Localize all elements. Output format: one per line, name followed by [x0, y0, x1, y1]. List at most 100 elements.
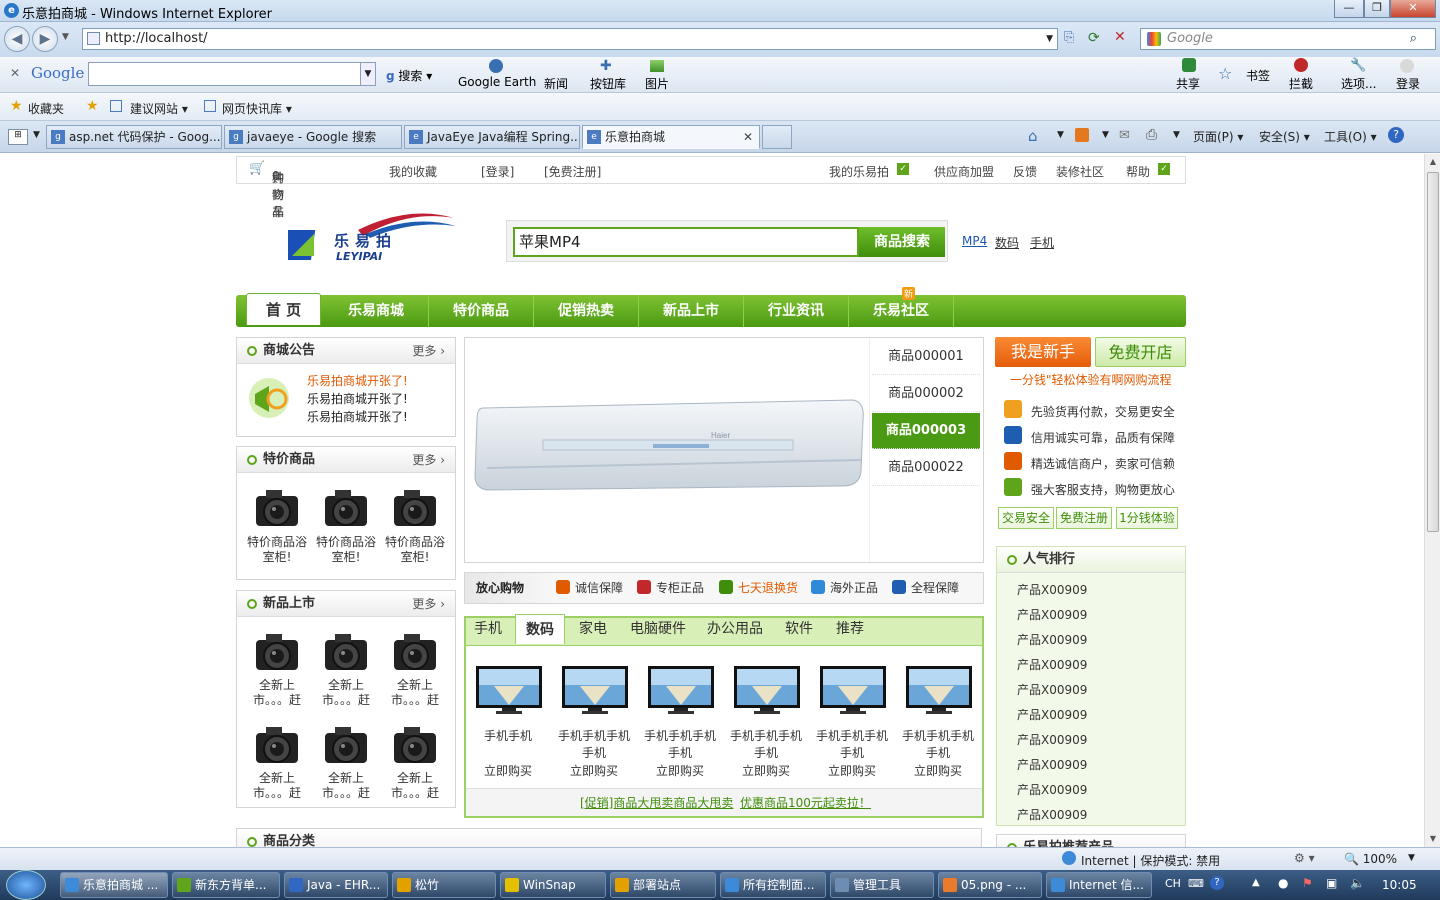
- buy-now-link[interactable]: 立即购买: [640, 762, 720, 779]
- guarantee-item[interactable]: 专柜正品: [637, 579, 704, 596]
- share-button[interactable]: 共享: [1176, 75, 1200, 92]
- hot-keyword-mp4[interactable]: MP4: [962, 234, 987, 248]
- forward-button[interactable]: ▶: [32, 26, 58, 52]
- home-icon[interactable]: ⌂: [1028, 127, 1038, 145]
- page-menu[interactable]: 页面(P) ▾: [1193, 128, 1243, 145]
- keyboard-icon[interactable]: ⌨: [1188, 877, 1204, 890]
- history-dropdown-icon[interactable]: ▼: [62, 32, 69, 42]
- guarantee-item[interactable]: 全程保障: [892, 579, 959, 596]
- nav-promo[interactable]: 促销热卖: [534, 295, 639, 327]
- nav-mall[interactable]: 乐易商城: [324, 295, 429, 327]
- newbie-link[interactable]: 交易安全: [998, 507, 1054, 529]
- taskbar-item[interactable]: 部署站点: [610, 872, 716, 898]
- notice-item[interactable]: 乐易拍商城开张了!: [307, 390, 408, 408]
- tray-expand-icon[interactable]: ▲: [1252, 877, 1260, 888]
- zoom-level[interactable]: 🔍 100%: [1344, 852, 1397, 866]
- tab-3[interactable]: e JavaEye Java编程 Spring...: [404, 125, 580, 149]
- tab-1[interactable]: g asp.net 代码保护 - Goog...: [46, 125, 222, 149]
- add-favorite-icon[interactable]: ★: [86, 98, 99, 114]
- guarantee-item[interactable]: 诚信保障: [556, 579, 623, 596]
- promo-link-2[interactable]: 优惠商品100元起卖拉！: [740, 794, 871, 811]
- print-icon[interactable]: ⎙: [1146, 127, 1157, 143]
- buy-now-link[interactable]: 立即购买: [554, 762, 634, 779]
- star-icon[interactable]: ☆: [1218, 64, 1232, 83]
- language-indicator[interactable]: CH: [1165, 877, 1181, 890]
- tab-2[interactable]: g javaeye - Google 搜索: [224, 125, 402, 149]
- product-tab[interactable]: 办公用品: [707, 614, 763, 644]
- google-toolbar-input[interactable]: [88, 62, 376, 86]
- new-product-name[interactable]: 全新上市。。。赶: [382, 771, 448, 801]
- feeds-icon[interactable]: [1075, 128, 1089, 142]
- options-button[interactable]: 选项...: [1341, 75, 1376, 92]
- suggested-sites-link[interactable]: 建议网站 ▾: [130, 100, 188, 117]
- register-link[interactable]: [免费注册]: [544, 163, 601, 180]
- print-dropdown-icon[interactable]: ▼: [1173, 130, 1180, 140]
- newbie-button[interactable]: 我是新手: [995, 337, 1091, 367]
- close-tab-icon[interactable]: ✕: [743, 126, 753, 148]
- nav-news[interactable]: 行业资讯: [744, 295, 849, 327]
- slider-tab[interactable]: 商品000002: [872, 376, 980, 412]
- camera-image[interactable]: [252, 626, 302, 676]
- product-tab[interactable]: 电脑硬件: [630, 614, 686, 644]
- ranking-item[interactable]: 产品X00909: [1017, 806, 1087, 823]
- google-search-button[interactable]: g 搜索 ▾: [386, 67, 432, 84]
- taskbar-item[interactable]: 乐意拍商城 ...: [60, 872, 168, 898]
- taskbar-item[interactable]: WinSnap: [500, 872, 606, 898]
- product-tab[interactable]: 数码: [515, 614, 565, 644]
- camera-image[interactable]: [252, 482, 302, 532]
- buy-now-link[interactable]: 立即购买: [898, 762, 978, 779]
- new-product-name[interactable]: 全新上市。。。赶: [313, 771, 379, 801]
- notice-more-link[interactable]: 更多 ›: [412, 338, 445, 364]
- address-dropdown-icon[interactable]: ▼: [1046, 29, 1053, 49]
- clock[interactable]: 10:05: [1382, 878, 1417, 892]
- supplier-link[interactable]: 供应商加盟: [934, 163, 994, 180]
- product-name[interactable]: 手机手机手机手机: [640, 728, 720, 762]
- slider-tab[interactable]: 商品000003: [872, 413, 980, 449]
- popup-block-button[interactable]: 拦截: [1289, 75, 1313, 92]
- webslice-link[interactable]: 网页快讯库 ▾: [222, 100, 292, 117]
- search-input[interactable]: Google ⌕: [1140, 28, 1436, 50]
- my-favorites-link[interactable]: 我的收藏: [389, 163, 437, 180]
- nav-home[interactable]: 首 页: [246, 293, 321, 325]
- buy-now-link[interactable]: 立即购买: [468, 762, 548, 779]
- login-link[interactable]: [登录]: [481, 163, 514, 180]
- new-product-name[interactable]: 全新上市。。。赶: [244, 771, 310, 801]
- new-products-more-link[interactable]: 更多 ›: [412, 591, 445, 617]
- close-toolbar-icon[interactable]: ✕: [10, 66, 20, 80]
- air-conditioner-image[interactable]: Haier: [473, 390, 865, 500]
- scroll-up-icon[interactable]: ▲: [1426, 154, 1440, 170]
- notice-item[interactable]: 乐易拍商城开张了!: [307, 408, 408, 426]
- taskbar-item[interactable]: Internet 信...: [1046, 872, 1152, 898]
- home-dropdown-icon[interactable]: ▼: [1057, 130, 1064, 140]
- special-more-link[interactable]: 更多 ›: [412, 447, 445, 473]
- hot-keyword-phone[interactable]: 手机: [1030, 234, 1054, 251]
- start-button[interactable]: [6, 870, 46, 900]
- tab-list-icon[interactable]: ▼: [33, 130, 40, 140]
- product-image[interactable]: [474, 664, 544, 716]
- quick-tabs-icon[interactable]: ⊞: [8, 129, 28, 145]
- ranking-item[interactable]: 产品X00909: [1017, 631, 1087, 648]
- feedback-link[interactable]: 反馈: [1013, 163, 1037, 180]
- ranking-item[interactable]: 产品X00909: [1017, 656, 1087, 673]
- open-shop-button[interactable]: 免费开店: [1095, 337, 1186, 367]
- taskbar-item[interactable]: 所有控制面...: [720, 872, 826, 898]
- help-icon[interactable]: ?: [1388, 127, 1404, 143]
- hot-keyword-digital[interactable]: 数码: [995, 234, 1019, 251]
- taskbar-item[interactable]: 新东方背单...: [172, 872, 280, 898]
- button-gallery-button[interactable]: 按钮库: [590, 75, 626, 92]
- back-button[interactable]: ◀: [4, 26, 30, 52]
- close-button[interactable]: ✕: [1390, 0, 1436, 18]
- address-field[interactable]: http://localhost/ ▼: [82, 28, 1058, 50]
- search-icon[interactable]: ⌕: [1410, 29, 1417, 49]
- product-tab[interactable]: 推荐: [836, 614, 864, 644]
- google-earth-button[interactable]: Google Earth: [458, 75, 536, 89]
- product-tab[interactable]: 家电: [579, 614, 607, 644]
- tools-menu[interactable]: 工具(O) ▾: [1324, 128, 1377, 145]
- product-image[interactable]: [560, 664, 630, 716]
- feeds-dropdown-icon[interactable]: ▼: [1102, 130, 1109, 140]
- news-button[interactable]: 新闻: [544, 75, 568, 92]
- camera-image[interactable]: [390, 626, 440, 676]
- login-button[interactable]: 登录: [1396, 75, 1420, 92]
- buy-now-link[interactable]: 立即购买: [726, 762, 806, 779]
- ranking-item[interactable]: 产品X00909: [1017, 756, 1087, 773]
